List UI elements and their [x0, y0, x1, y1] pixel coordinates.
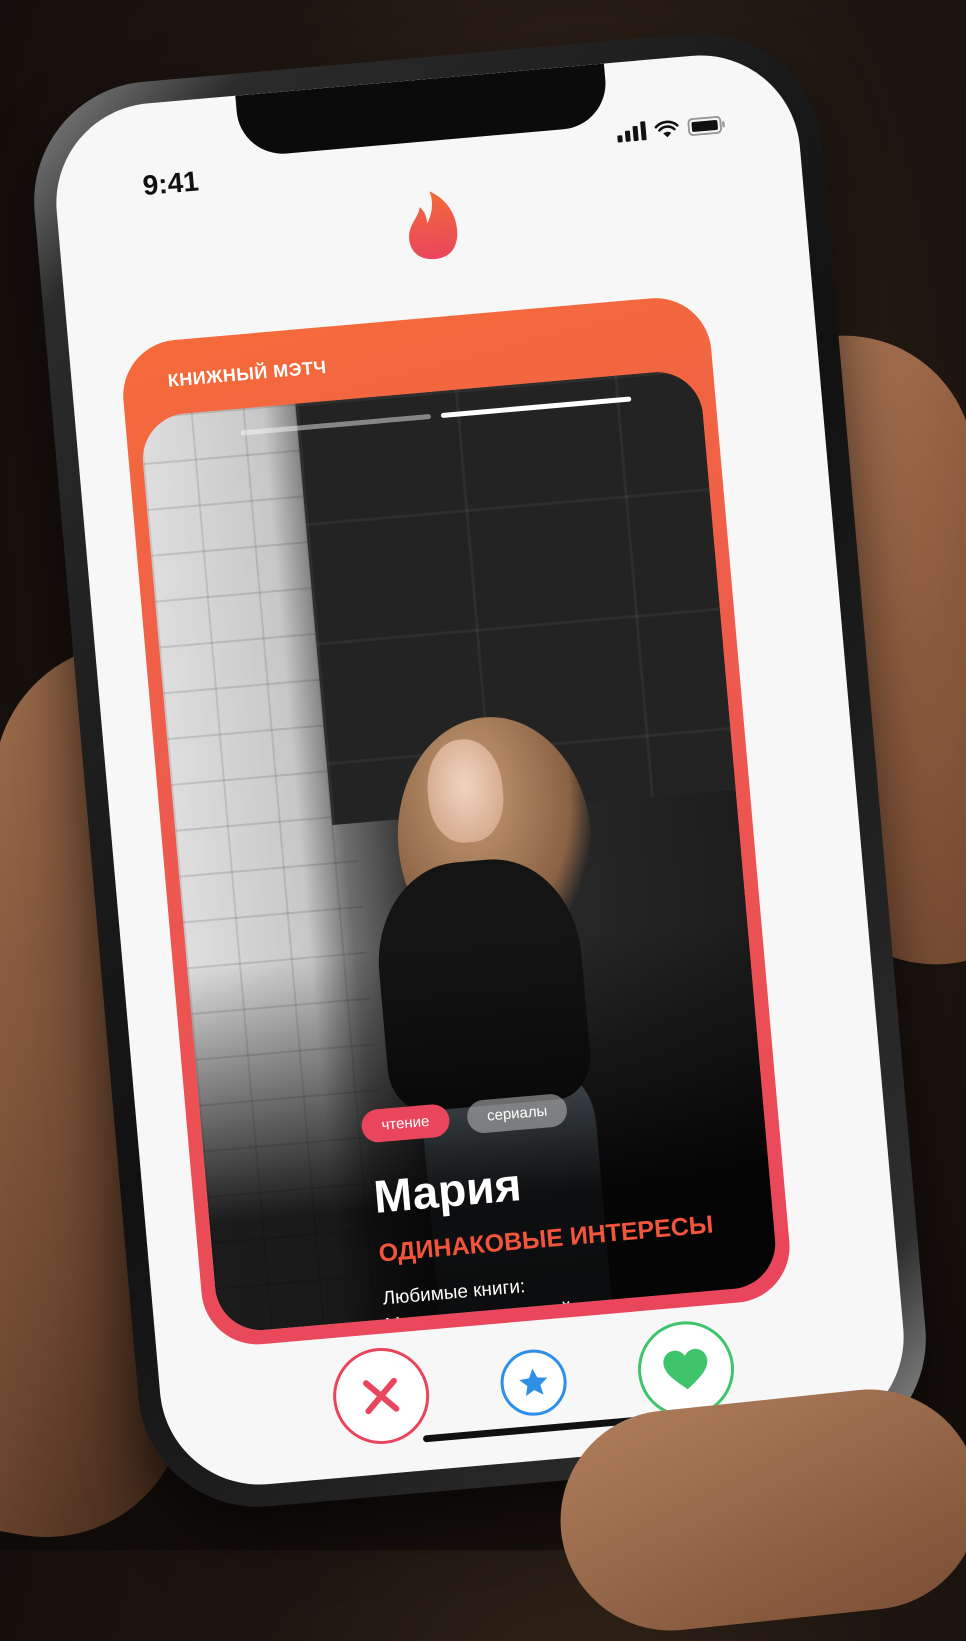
phone-device: 9:41 КНИЖНЫЙ МЭТЧ чтение сериалы Мария О…	[24, 23, 936, 1517]
notch	[235, 63, 610, 158]
status-icons	[616, 113, 726, 143]
heart-icon	[663, 1348, 708, 1390]
profile-photo[interactable]: чтение сериалы Мария Одинаковые интересы…	[138, 368, 780, 1334]
profile-card-frame: КНИЖНЫЙ МЭТЧ чтение сериалы Мария ОДИНАК…	[118, 293, 795, 1350]
superlike-button[interactable]	[497, 1346, 570, 1419]
battery-icon	[687, 115, 726, 136]
close-icon	[363, 1377, 400, 1415]
wifi-icon	[654, 119, 679, 139]
status-time: 9:41	[141, 165, 200, 202]
star-icon	[519, 1368, 548, 1397]
card-frame-title: КНИЖНЫЙ МЭТЧ	[167, 356, 328, 391]
dislike-button[interactable]	[329, 1343, 434, 1448]
flame-logo-icon	[399, 187, 465, 264]
signal-icon	[616, 120, 647, 143]
phone-screen: 9:41 КНИЖНЫЙ МЭТЧ чтение сериалы Мария О…	[48, 47, 912, 1493]
